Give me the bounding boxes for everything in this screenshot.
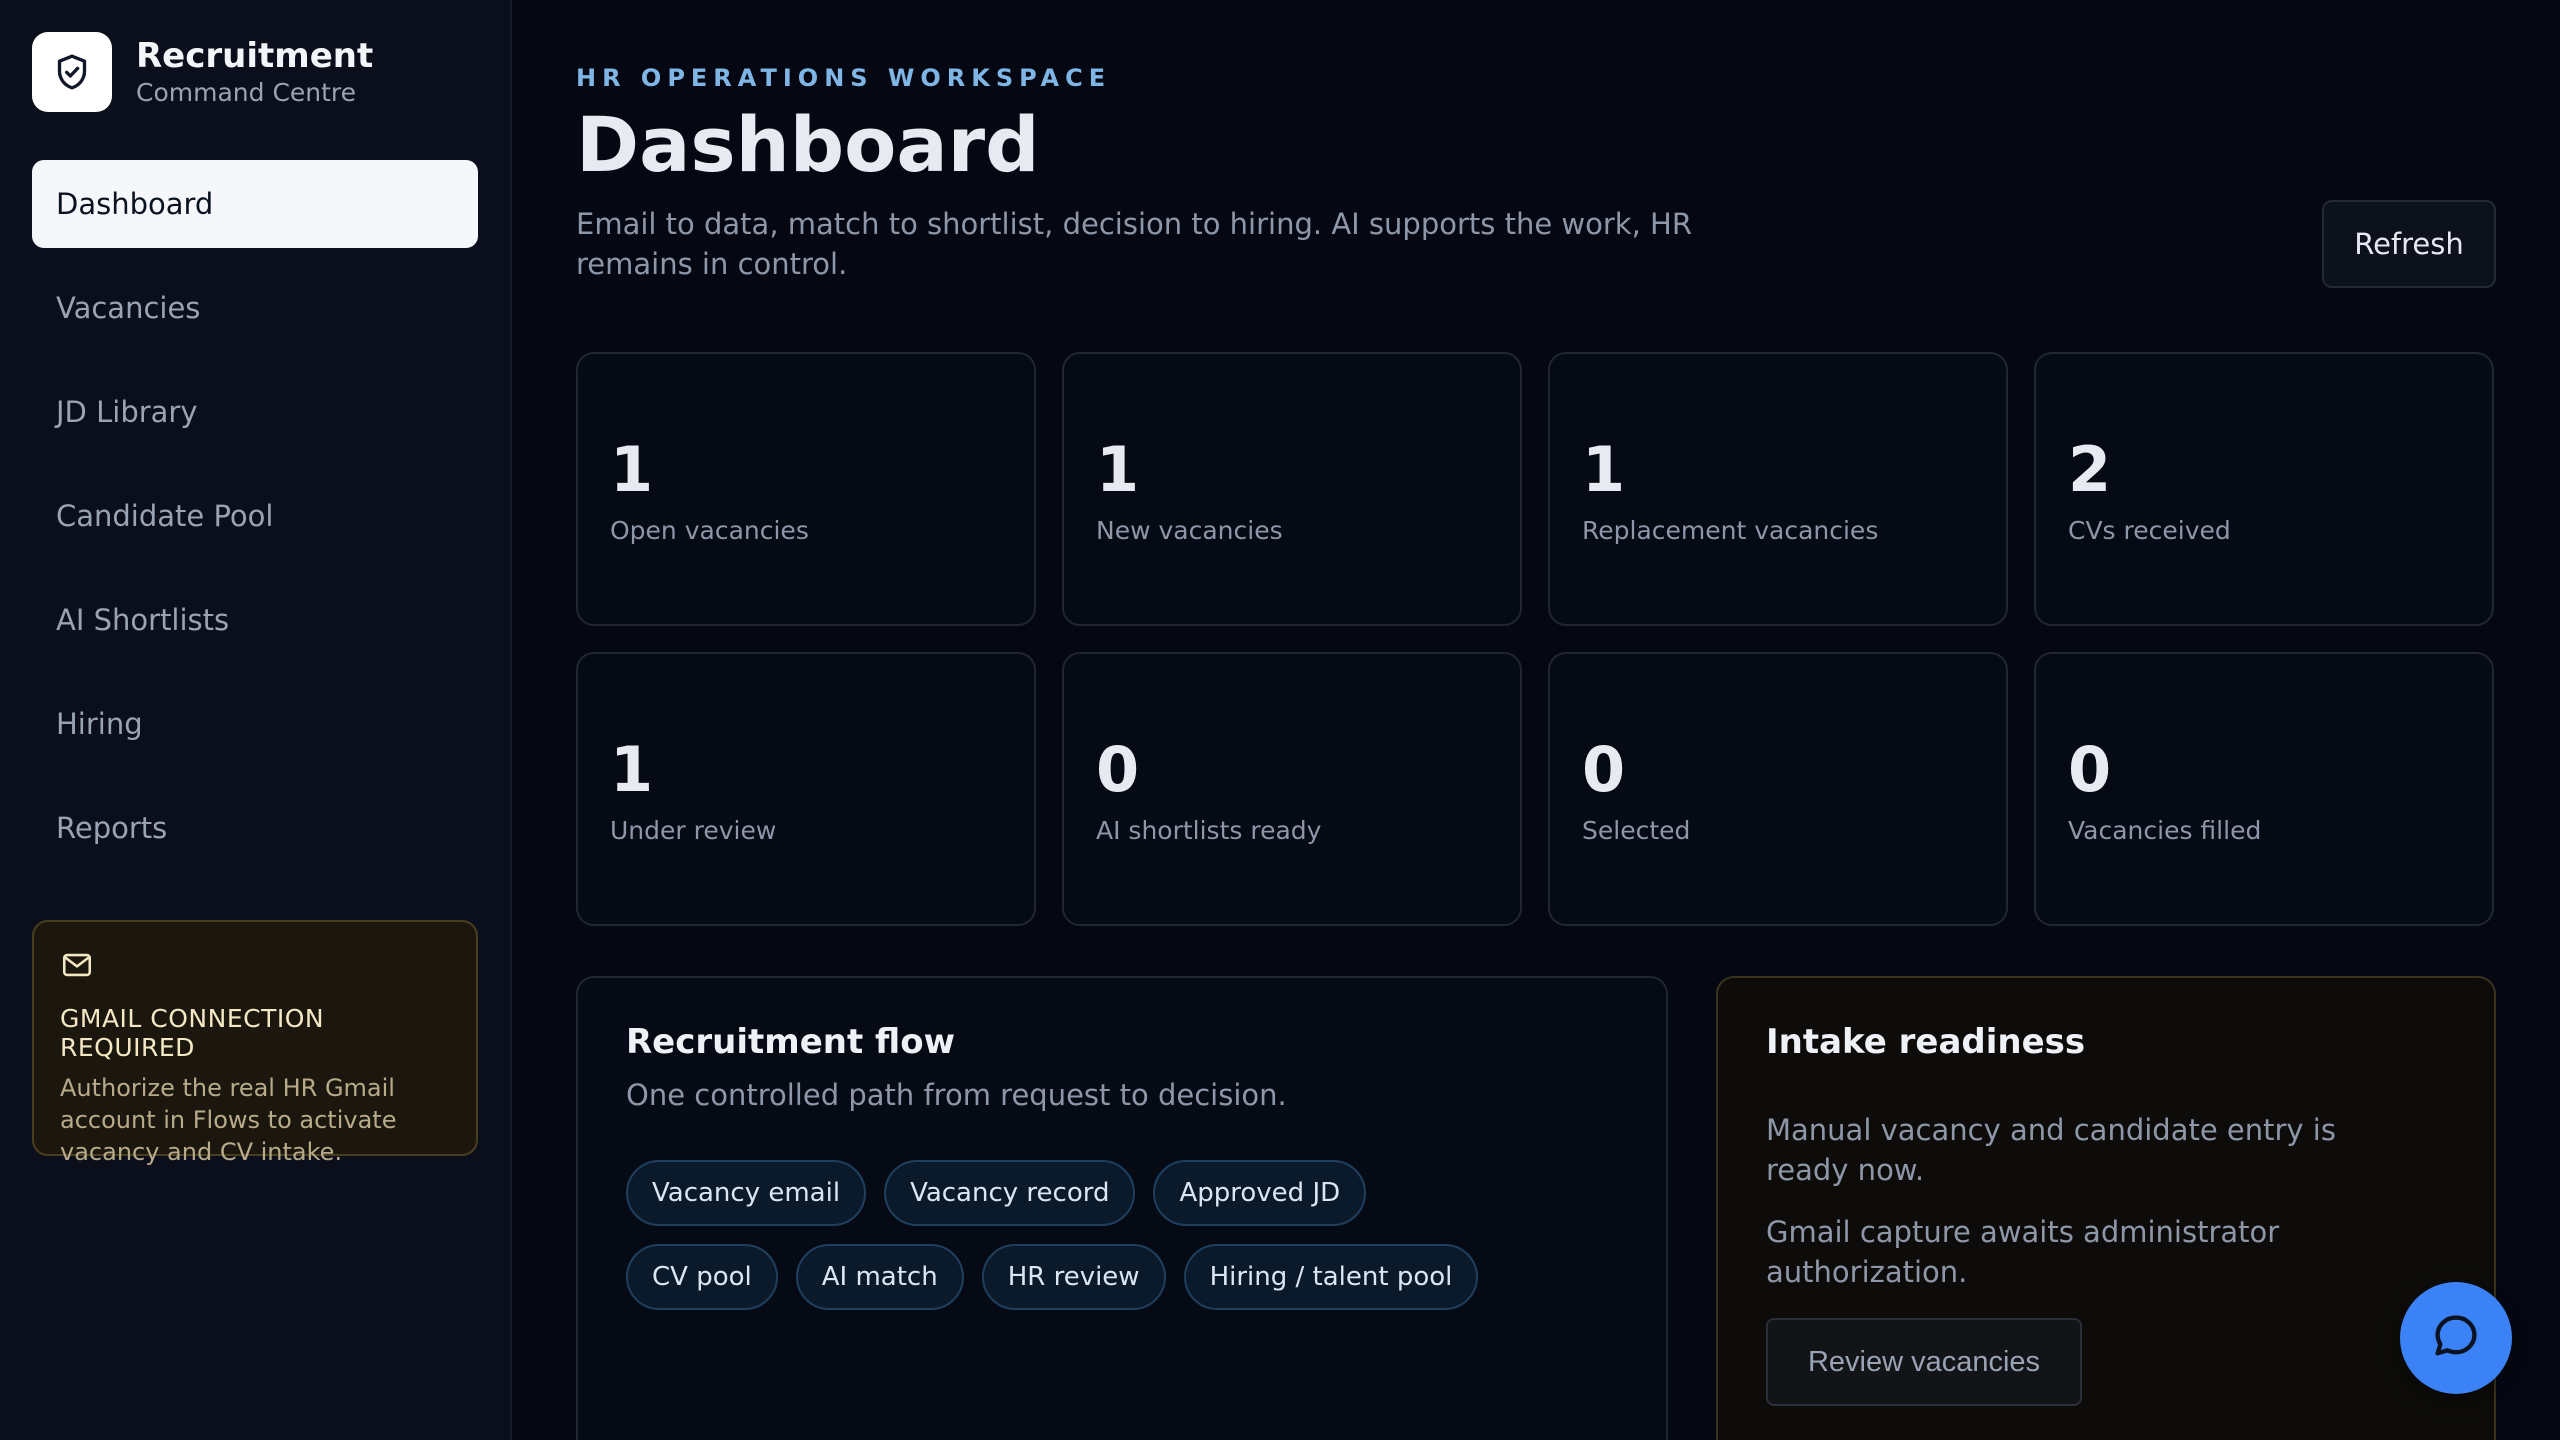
stat-card-under-review: 1 Under review: [576, 652, 1036, 926]
flow-steps: Vacancy email Vacancy record Approved JD…: [626, 1160, 1526, 1310]
stat-value: 1: [1096, 433, 1140, 506]
refresh-button[interactable]: Refresh: [2322, 200, 2496, 288]
brand-subtitle: Command Centre: [136, 78, 357, 107]
sidebar-item-candidate-pool[interactable]: Candidate Pool: [32, 472, 478, 560]
chat-button[interactable]: [2400, 1282, 2512, 1394]
flow-step-chip: HR review: [981, 1244, 1166, 1310]
brand-text: Recruitment Command Centre: [136, 35, 373, 109]
recruitment-flow-subtitle: One controlled path from request to deci…: [626, 1078, 1287, 1112]
stat-label: New vacancies: [1096, 516, 1283, 545]
flow-step-chip: Vacancy record: [884, 1160, 1136, 1226]
stat-card-ai-shortlists-ready: 0 AI shortlists ready: [1062, 652, 1522, 926]
stat-value: 0: [1096, 733, 1140, 806]
stat-card-open-vacancies: 1 Open vacancies: [576, 352, 1036, 626]
flow-step-chip: AI match: [795, 1244, 964, 1310]
sidebar-item-hiring[interactable]: Hiring: [32, 680, 478, 768]
stat-label: Under review: [610, 816, 777, 845]
shield-check-icon: [32, 32, 112, 112]
stat-value: 1: [610, 733, 654, 806]
stat-value: 0: [1582, 733, 1626, 806]
stat-label: Replacement vacancies: [1582, 516, 1879, 545]
main-content: HR OPERATIONS WORKSPACE Dashboard Email …: [576, 0, 2496, 1440]
sidebar-item-jd-library[interactable]: JD Library: [32, 368, 478, 456]
page-title: Dashboard: [576, 100, 1040, 189]
sidebar-item-reports[interactable]: Reports: [32, 784, 478, 872]
stat-value: 2: [2068, 433, 2112, 506]
app-root: Recruitment Command Centre Dashboard Vac…: [0, 0, 2560, 1440]
sidebar: Recruitment Command Centre Dashboard Vac…: [0, 0, 512, 1440]
stat-card-replacement-vacancies: 1 Replacement vacancies: [1548, 352, 2008, 626]
sidebar-item-ai-shortlists[interactable]: AI Shortlists: [32, 576, 478, 664]
workspace-eyebrow: HR OPERATIONS WORKSPACE: [576, 64, 1112, 92]
recruitment-flow-title: Recruitment flow: [626, 1022, 956, 1062]
sidebar-nav: Dashboard Vacancies JD Library Candidate…: [32, 160, 478, 888]
intake-manual-text: Manual vacancy and candidate entry is re…: [1766, 1113, 2336, 1187]
stat-label: CVs received: [2068, 516, 2231, 545]
stat-card-selected: 0 Selected: [1548, 652, 2008, 926]
flow-step-chip: Vacancy email: [626, 1160, 867, 1226]
intake-readiness-card: Intake readiness Manual vacancy and cand…: [1716, 976, 2496, 1440]
sidebar-item-dashboard[interactable]: Dashboard: [32, 160, 478, 248]
intake-readiness-title: Intake readiness: [1766, 1022, 2086, 1062]
flow-step-chip: Approved JD: [1153, 1160, 1367, 1226]
stat-card-cvs-received: 2 CVs received: [2034, 352, 2494, 626]
stats-grid: 1 Open vacancies 1 New vacancies 1 Repla…: [576, 352, 2496, 926]
stat-value: 1: [610, 433, 654, 506]
stat-label: Vacancies filled: [2068, 816, 2262, 845]
mail-icon: [60, 953, 94, 986]
intake-gmail-text: Gmail capture awaits administrator autho…: [1766, 1215, 2280, 1289]
review-vacancies-button[interactable]: Review vacancies: [1766, 1318, 2082, 1406]
stat-value: 1: [1582, 433, 1626, 506]
flow-step-chip: Hiring / talent pool: [1183, 1244, 1479, 1310]
stat-label: Selected: [1582, 816, 1691, 845]
brand: Recruitment Command Centre: [32, 32, 373, 112]
brand-title: Recruitment: [136, 36, 374, 76]
stat-card-vacancies-filled: 0 Vacancies filled: [2034, 652, 2494, 926]
page-description: Email to data, match to shortlist, decis…: [576, 207, 1692, 281]
recruitment-flow-card: Recruitment flow One controlled path fro…: [576, 976, 1668, 1440]
stat-card-new-vacancies: 1 New vacancies: [1062, 352, 1522, 626]
flow-step-chip: CV pool: [626, 1244, 778, 1310]
gmail-notice-title: GMAIL CONNECTION REQUIRED: [60, 1004, 325, 1062]
stat-value: 0: [2068, 733, 2112, 806]
gmail-notice-text: Authorize the real HR Gmail account in F…: [60, 1074, 397, 1166]
gmail-connection-notice: GMAIL CONNECTION REQUIRED Authorize the …: [32, 920, 478, 1166]
chat-bubble-icon: [2430, 1310, 2482, 1366]
stat-label: Open vacancies: [610, 516, 809, 545]
sidebar-item-vacancies[interactable]: Vacancies: [32, 264, 478, 352]
stat-label: AI shortlists ready: [1096, 816, 1322, 845]
